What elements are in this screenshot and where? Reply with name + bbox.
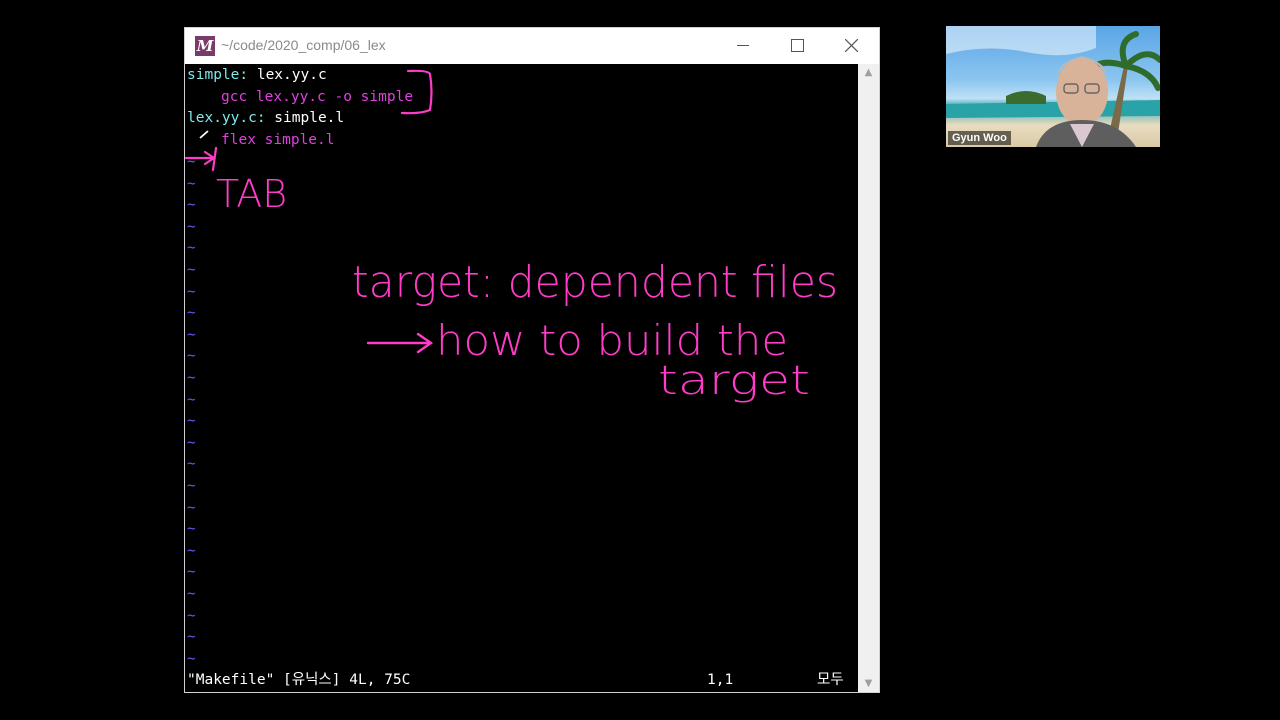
title-bar[interactable]: M ~/code/2020_comp/06_lex — [185, 28, 879, 64]
empty-line-tilde: ~ — [187, 240, 196, 256]
empty-line-tilde: ~ — [187, 197, 196, 213]
scroll-percentage: 모두 — [817, 672, 844, 688]
empty-line-tilde: ~ — [187, 392, 196, 408]
rule-command: gcc lex.yy.c -o simple — [221, 89, 414, 105]
empty-line-tilde: ~ — [187, 262, 196, 278]
vertical-scrollbar[interactable]: ▲ ▼ — [858, 64, 879, 692]
minimize-button[interactable] — [717, 28, 769, 64]
file-info: "Makefile" [유닉스] 4L, 75C — [187, 672, 411, 688]
empty-line-tilde: ~ — [187, 370, 196, 386]
empty-line-tilde: ~ — [187, 154, 196, 170]
empty-line-tilde: ~ — [187, 284, 196, 300]
empty-line-tilde: ~ — [187, 586, 196, 602]
empty-line-tilde: ~ — [187, 629, 196, 645]
gvim-window: M ~/code/2020_comp/06_lex simple: lex.yy… — [184, 27, 880, 693]
empty-line-tilde: ~ — [187, 456, 196, 472]
empty-line-tilde: ~ — [187, 348, 196, 364]
rule-target: simple: — [187, 67, 249, 83]
rule-dependency: simple.l — [265, 110, 345, 126]
vim-app-icon: M — [195, 36, 215, 56]
empty-line-tilde: ~ — [187, 435, 196, 451]
makefile-line-2: gcc lex.yy.c -o simple — [221, 87, 413, 108]
close-icon — [845, 39, 858, 52]
scroll-up-arrow-icon[interactable]: ▲ — [858, 64, 879, 81]
makefile-line-4: flex simple.l — [221, 130, 335, 151]
rule-target: lex.yy.c: — [187, 110, 266, 126]
rule-dependency: lex.yy.c — [248, 67, 327, 83]
makefile-line-1: simple: lex.yy.c — [187, 65, 327, 86]
empty-line-tilde: ~ — [187, 327, 196, 343]
empty-line-tilde: ~ — [187, 413, 196, 429]
maximize-button[interactable] — [771, 28, 823, 64]
scroll-down-arrow-icon[interactable]: ▼ — [858, 675, 879, 692]
empty-line-tilde: ~ — [187, 219, 196, 235]
webcam-video-tile[interactable]: Gyun Woo — [946, 26, 1160, 147]
makefile-line-3: lex.yy.c: simple.l — [187, 108, 344, 129]
empty-line-tilde: ~ — [187, 564, 196, 580]
empty-line-tilde: ~ — [187, 543, 196, 559]
minimize-icon — [737, 45, 749, 46]
window-title: ~/code/2020_comp/06_lex — [221, 37, 386, 53]
participant-name: Gyun Woo — [948, 131, 1011, 145]
close-button[interactable] — [825, 28, 877, 64]
vim-status-line: "Makefile" [유닉스] 4L, 75C 1,1 모두 — [185, 668, 858, 692]
empty-line-tilde: ~ — [187, 608, 196, 624]
maximize-icon — [791, 39, 804, 52]
empty-line-tilde: ~ — [187, 521, 196, 537]
cursor-position: 1,1 — [707, 672, 734, 688]
empty-line-tilde: ~ — [187, 478, 196, 494]
empty-line-tilde: ~ — [187, 500, 196, 516]
empty-line-tilde: ~ — [187, 305, 196, 321]
empty-line-tilde: ~ — [187, 651, 196, 667]
editor-buffer[interactable]: simple: lex.yy.c gcc lex.yy.c -o simple … — [185, 64, 858, 668]
rule-command: flex simple.l — [221, 132, 335, 148]
empty-line-tilde: ~ — [187, 176, 196, 192]
video-background-image — [946, 26, 1160, 147]
